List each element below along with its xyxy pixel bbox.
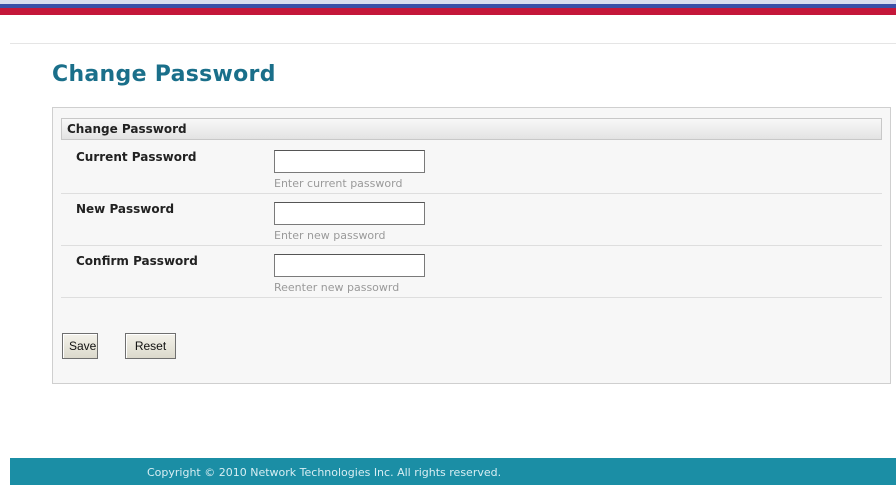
copyright-text: Copyright © 2010 Network Technologies In… [147, 466, 502, 479]
new-password-row: New Password Enter new password [61, 194, 882, 246]
panel-header: Change Password [61, 118, 882, 140]
current-password-input[interactable] [274, 150, 425, 173]
current-password-row: Current Password Enter current password [61, 142, 882, 194]
confirm-password-row: Confirm Password Reenter new passowrd [61, 246, 882, 298]
header-stripe-red [0, 8, 896, 15]
footer: Copyright © 2010 Network Technologies In… [10, 458, 896, 485]
save-button[interactable]: Save [62, 333, 98, 359]
new-password-input[interactable] [274, 202, 425, 225]
new-password-hint: Enter new password [274, 229, 386, 242]
new-password-label: New Password [76, 202, 175, 216]
current-password-hint: Enter current password [274, 177, 403, 190]
top-header-stripe [0, 0, 896, 16]
confirm-password-label: Confirm Password [76, 254, 198, 268]
page-title: Change Password [52, 62, 276, 87]
reset-button[interactable]: Reset [125, 333, 176, 359]
change-password-panel: Change Password Current Password Enter c… [52, 107, 891, 384]
confirm-password-input[interactable] [274, 254, 425, 277]
header-divider [10, 43, 896, 44]
current-password-label: Current Password [76, 150, 197, 164]
confirm-password-hint: Reenter new passowrd [274, 281, 400, 294]
